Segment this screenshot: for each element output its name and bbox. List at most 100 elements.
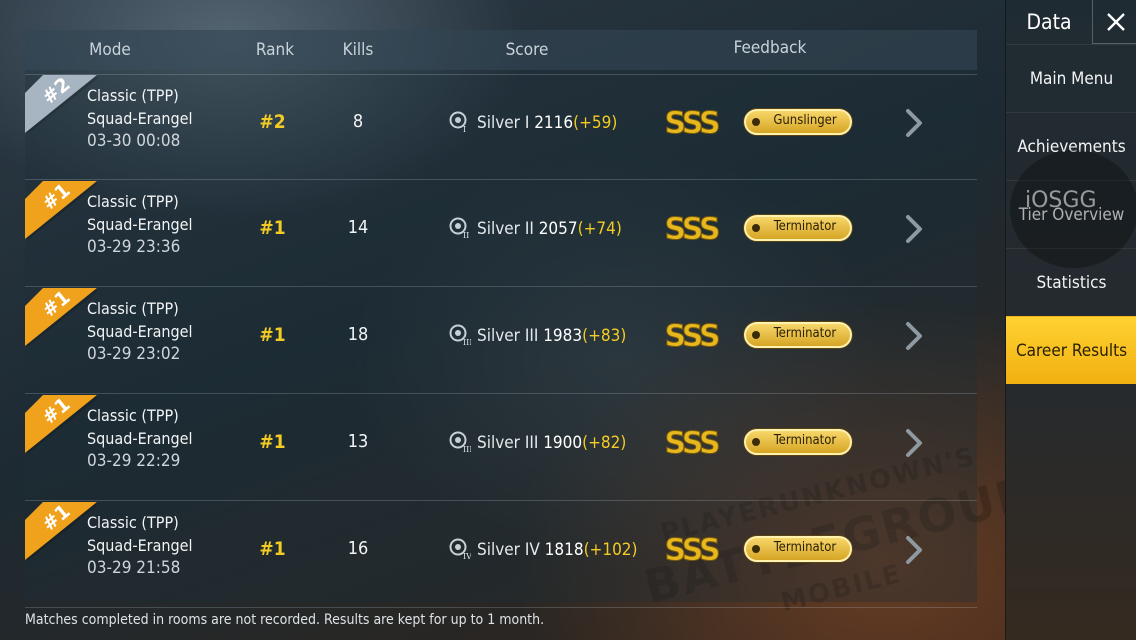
match-kills: 14 <box>347 217 369 238</box>
map-name: Squad-Erangel <box>87 536 193 555</box>
tier-points: 2116 <box>534 113 574 133</box>
feedback-title-badge: Terminator <box>744 215 852 241</box>
badge-dot-icon <box>752 545 760 553</box>
match-rank: #1 <box>259 324 286 346</box>
feedback-title: Terminator <box>773 540 837 555</box>
feedback-title-badge: Terminator <box>744 322 852 348</box>
feedback-title: Gunslinger <box>773 113 837 128</box>
table-row[interactable]: #1 Classic (TPP) Squad-Erangel 03-29 21:… <box>25 502 977 608</box>
tier-name: Silver IV <box>477 540 540 560</box>
silver-tier-icon: IV <box>449 538 471 560</box>
badge-dot-icon <box>752 438 760 446</box>
map-name: Squad-Erangel <box>87 429 193 448</box>
silver-tier-icon: III <box>449 324 471 346</box>
feedback-title: Terminator <box>773 219 837 234</box>
sidebar-title: Data <box>1026 10 1072 34</box>
mode-name: Classic (TPP) <box>87 192 179 211</box>
match-date: 03-29 23:02 <box>87 344 181 364</box>
tier-name: Silver I <box>477 113 530 133</box>
mode-name: Classic (TPP) <box>87 513 179 532</box>
sidebar-item-career-results[interactable]: Career Results <box>1006 316 1136 384</box>
watermark-text: iOSGG <box>1025 188 1097 213</box>
silver-tier-icon: II <box>449 217 469 239</box>
mode-name: Classic (TPP) <box>87 406 179 425</box>
header-feedback: Feedback <box>733 38 807 58</box>
chevron-right-icon[interactable] <box>903 321 925 351</box>
feedback-title-badge: Terminator <box>744 429 852 455</box>
map-name: Squad-Erangel <box>87 109 193 128</box>
match-score: IV Silver IV 1818(+102) <box>449 538 638 560</box>
tier-name: Silver III <box>477 326 539 346</box>
footnote: Matches completed in rooms are not recor… <box>25 612 545 628</box>
sidebar-header: Data <box>1006 0 1136 44</box>
match-score: III Silver III 1900(+82) <box>449 431 626 453</box>
tier-numeral: II <box>463 231 469 239</box>
badge-dot-icon <box>752 118 760 126</box>
sss-grade-icon: SSS <box>664 106 723 140</box>
tier-points: 1818 <box>544 540 584 560</box>
chevron-right-icon[interactable] <box>903 214 925 244</box>
tier-numeral: IV <box>463 552 471 560</box>
points-delta: (+83) <box>582 326 627 346</box>
table-row[interactable]: #1 Classic (TPP) Squad-Erangel 03-29 23:… <box>25 181 977 287</box>
header-score: Score <box>505 40 549 60</box>
match-kills: 13 <box>347 431 369 452</box>
table-row[interactable]: #2 Classic (TPP) Squad-Erangel 03-30 00:… <box>25 74 977 180</box>
header-kills: Kills <box>342 40 374 60</box>
grade-text: SSS <box>664 426 719 459</box>
sss-grade-icon: SSS <box>664 212 723 246</box>
chevron-right-icon[interactable] <box>903 428 925 458</box>
badge-dot-icon <box>752 331 760 339</box>
sss-grade-icon: SSS <box>664 319 723 353</box>
chevron-right-icon[interactable] <box>903 108 925 138</box>
match-score: III Silver III 1983(+83) <box>449 324 626 346</box>
match-score: II Silver II 2057(+74) <box>449 217 622 239</box>
feedback-title: Terminator <box>773 433 837 448</box>
points-delta: (+82) <box>582 433 627 453</box>
header-mode: Mode <box>89 40 131 60</box>
match-mode: Classic (TPP) Squad-Erangel 03-30 00:08 <box>87 84 193 153</box>
match-rank: #2 <box>259 111 286 133</box>
silver-tier-icon: III <box>449 431 471 453</box>
match-kills: 18 <box>347 324 369 345</box>
close-icon <box>1107 13 1125 31</box>
feedback-title-badge: Terminator <box>744 536 852 562</box>
match-rank: #1 <box>259 431 286 453</box>
match-date: 03-29 21:58 <box>87 558 181 578</box>
match-rank: #1 <box>259 217 286 239</box>
points-delta: (+102) <box>583 540 638 560</box>
sidebar-item-main-menu[interactable]: Main Menu <box>1006 44 1136 112</box>
career-results-table: Mode Rank Kills Score Feedback #2 Classi… <box>25 30 977 608</box>
grade-text: SSS <box>664 106 719 139</box>
sidebar: Data Main Menu Achievements Tier Overvie… <box>1005 0 1136 640</box>
match-date: 03-30 00:08 <box>87 131 181 151</box>
match-date: 03-29 22:29 <box>87 451 181 471</box>
tier-points: 1900 <box>543 433 583 453</box>
feedback-title: Terminator <box>773 326 837 341</box>
table-header: Mode Rank Kills Score Feedback <box>25 30 977 70</box>
sss-grade-icon: SSS <box>664 533 723 567</box>
match-score: I Silver I 2116(+59) <box>449 111 617 133</box>
close-button[interactable] <box>1092 0 1136 44</box>
points-delta: (+59) <box>573 113 618 133</box>
table-row[interactable]: #1 Classic (TPP) Squad-Erangel 03-29 22:… <box>25 395 977 501</box>
silver-tier-icon: I <box>449 111 467 133</box>
table-row[interactable]: #1 Classic (TPP) Squad-Erangel 03-29 23:… <box>25 288 977 394</box>
grade-text: SSS <box>664 212 719 245</box>
match-mode: Classic (TPP) Squad-Erangel 03-29 23:02 <box>87 297 193 366</box>
sss-grade-icon: SSS <box>664 426 723 460</box>
tier-points: 1983 <box>543 326 583 346</box>
tier-name: Silver II <box>477 219 534 239</box>
chevron-right-icon[interactable] <box>903 535 925 565</box>
match-kills: 8 <box>352 111 364 132</box>
map-name: Squad-Erangel <box>87 322 193 341</box>
match-date: 03-29 23:36 <box>87 237 181 257</box>
tier-numeral: III <box>463 338 471 346</box>
match-mode: Classic (TPP) Squad-Erangel 03-29 23:36 <box>87 190 193 259</box>
map-name: Squad-Erangel <box>87 215 193 234</box>
match-rank: #1 <box>259 538 286 560</box>
tier-numeral: III <box>463 445 471 453</box>
tier-points: 2057 <box>538 219 578 239</box>
match-mode: Classic (TPP) Squad-Erangel 03-29 21:58 <box>87 511 193 580</box>
tier-name: Silver III <box>477 433 539 453</box>
